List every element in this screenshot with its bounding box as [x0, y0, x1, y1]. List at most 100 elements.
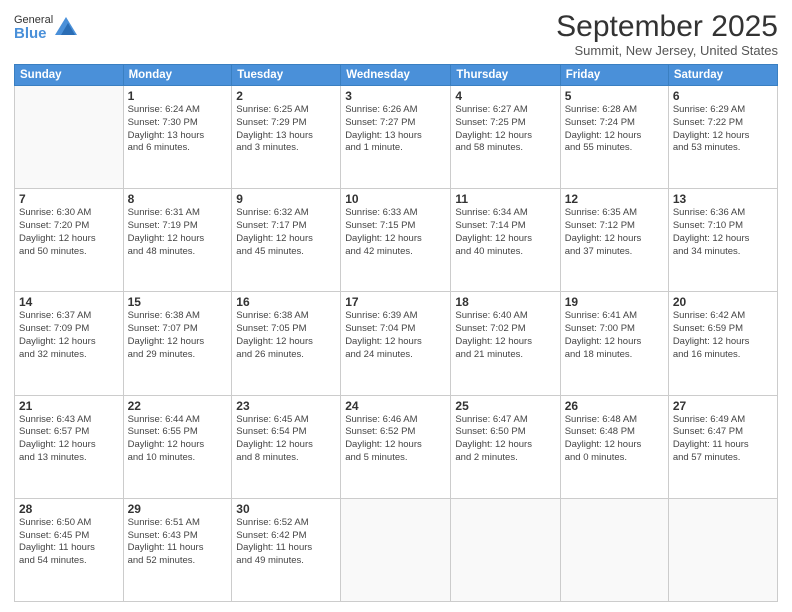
day-info: Sunrise: 6:36 AM Sunset: 7:10 PM Dayligh…	[673, 207, 773, 258]
day-info: Sunrise: 6:52 AM Sunset: 6:42 PM Dayligh…	[236, 517, 336, 568]
calendar-week-row: 1Sunrise: 6:24 AM Sunset: 7:30 PM Daylig…	[15, 86, 778, 189]
month-title: September 2025	[556, 10, 778, 43]
table-row: 12Sunrise: 6:35 AM Sunset: 7:12 PM Dayli…	[560, 189, 668, 292]
table-row: 9Sunrise: 6:32 AM Sunset: 7:17 PM Daylig…	[232, 189, 341, 292]
day-number: 14	[19, 295, 119, 309]
day-info: Sunrise: 6:24 AM Sunset: 7:30 PM Dayligh…	[128, 104, 228, 155]
table-row: 19Sunrise: 6:41 AM Sunset: 7:00 PM Dayli…	[560, 292, 668, 395]
day-info: Sunrise: 6:42 AM Sunset: 6:59 PM Dayligh…	[673, 310, 773, 361]
table-row: 26Sunrise: 6:48 AM Sunset: 6:48 PM Dayli…	[560, 395, 668, 498]
logo: General Blue	[14, 14, 77, 43]
table-row	[668, 498, 777, 601]
col-saturday: Saturday	[668, 65, 777, 86]
day-info: Sunrise: 6:28 AM Sunset: 7:24 PM Dayligh…	[565, 104, 664, 155]
table-row: 6Sunrise: 6:29 AM Sunset: 7:22 PM Daylig…	[668, 86, 777, 189]
col-thursday: Thursday	[451, 65, 560, 86]
day-number: 12	[565, 192, 664, 206]
day-number: 2	[236, 89, 336, 103]
day-info: Sunrise: 6:47 AM Sunset: 6:50 PM Dayligh…	[455, 414, 555, 465]
calendar-table: Sunday Monday Tuesday Wednesday Thursday…	[14, 64, 778, 602]
calendar-header-row: Sunday Monday Tuesday Wednesday Thursday…	[15, 65, 778, 86]
col-tuesday: Tuesday	[232, 65, 341, 86]
page: General Blue September 2025 Summit, New …	[0, 0, 792, 612]
calendar-week-row: 21Sunrise: 6:43 AM Sunset: 6:57 PM Dayli…	[15, 395, 778, 498]
col-wednesday: Wednesday	[341, 65, 451, 86]
table-row: 17Sunrise: 6:39 AM Sunset: 7:04 PM Dayli…	[341, 292, 451, 395]
day-info: Sunrise: 6:32 AM Sunset: 7:17 PM Dayligh…	[236, 207, 336, 258]
day-number: 6	[673, 89, 773, 103]
table-row: 15Sunrise: 6:38 AM Sunset: 7:07 PM Dayli…	[123, 292, 232, 395]
day-number: 30	[236, 502, 336, 516]
table-row: 27Sunrise: 6:49 AM Sunset: 6:47 PM Dayli…	[668, 395, 777, 498]
day-number: 25	[455, 399, 555, 413]
table-row: 21Sunrise: 6:43 AM Sunset: 6:57 PM Dayli…	[15, 395, 124, 498]
logo-blue: Blue	[14, 26, 53, 43]
day-number: 5	[565, 89, 664, 103]
day-info: Sunrise: 6:39 AM Sunset: 7:04 PM Dayligh…	[345, 310, 446, 361]
day-number: 27	[673, 399, 773, 413]
day-number: 10	[345, 192, 446, 206]
day-number: 3	[345, 89, 446, 103]
day-info: Sunrise: 6:38 AM Sunset: 7:07 PM Dayligh…	[128, 310, 228, 361]
table-row: 23Sunrise: 6:45 AM Sunset: 6:54 PM Dayli…	[232, 395, 341, 498]
logo-text: General Blue	[14, 14, 53, 43]
day-number: 1	[128, 89, 228, 103]
calendar-week-row: 28Sunrise: 6:50 AM Sunset: 6:45 PM Dayli…	[15, 498, 778, 601]
day-number: 11	[455, 192, 555, 206]
table-row: 13Sunrise: 6:36 AM Sunset: 7:10 PM Dayli…	[668, 189, 777, 292]
table-row: 8Sunrise: 6:31 AM Sunset: 7:19 PM Daylig…	[123, 189, 232, 292]
day-number: 22	[128, 399, 228, 413]
table-row: 10Sunrise: 6:33 AM Sunset: 7:15 PM Dayli…	[341, 189, 451, 292]
day-info: Sunrise: 6:44 AM Sunset: 6:55 PM Dayligh…	[128, 414, 228, 465]
day-info: Sunrise: 6:40 AM Sunset: 7:02 PM Dayligh…	[455, 310, 555, 361]
day-info: Sunrise: 6:50 AM Sunset: 6:45 PM Dayligh…	[19, 517, 119, 568]
table-row: 1Sunrise: 6:24 AM Sunset: 7:30 PM Daylig…	[123, 86, 232, 189]
table-row: 2Sunrise: 6:25 AM Sunset: 7:29 PM Daylig…	[232, 86, 341, 189]
table-row: 16Sunrise: 6:38 AM Sunset: 7:05 PM Dayli…	[232, 292, 341, 395]
col-sunday: Sunday	[15, 65, 124, 86]
table-row: 11Sunrise: 6:34 AM Sunset: 7:14 PM Dayli…	[451, 189, 560, 292]
day-info: Sunrise: 6:29 AM Sunset: 7:22 PM Dayligh…	[673, 104, 773, 155]
day-info: Sunrise: 6:41 AM Sunset: 7:00 PM Dayligh…	[565, 310, 664, 361]
table-row: 20Sunrise: 6:42 AM Sunset: 6:59 PM Dayli…	[668, 292, 777, 395]
header: General Blue September 2025 Summit, New …	[14, 10, 778, 58]
table-row: 29Sunrise: 6:51 AM Sunset: 6:43 PM Dayli…	[123, 498, 232, 601]
day-info: Sunrise: 6:43 AM Sunset: 6:57 PM Dayligh…	[19, 414, 119, 465]
day-number: 19	[565, 295, 664, 309]
day-info: Sunrise: 6:45 AM Sunset: 6:54 PM Dayligh…	[236, 414, 336, 465]
calendar-week-row: 7Sunrise: 6:30 AM Sunset: 7:20 PM Daylig…	[15, 189, 778, 292]
day-number: 16	[236, 295, 336, 309]
day-number: 7	[19, 192, 119, 206]
day-info: Sunrise: 6:33 AM Sunset: 7:15 PM Dayligh…	[345, 207, 446, 258]
day-info: Sunrise: 6:34 AM Sunset: 7:14 PM Dayligh…	[455, 207, 555, 258]
col-friday: Friday	[560, 65, 668, 86]
day-info: Sunrise: 6:51 AM Sunset: 6:43 PM Dayligh…	[128, 517, 228, 568]
table-row	[341, 498, 451, 601]
table-row: 5Sunrise: 6:28 AM Sunset: 7:24 PM Daylig…	[560, 86, 668, 189]
table-row: 14Sunrise: 6:37 AM Sunset: 7:09 PM Dayli…	[15, 292, 124, 395]
table-row: 30Sunrise: 6:52 AM Sunset: 6:42 PM Dayli…	[232, 498, 341, 601]
logo-icon	[55, 17, 77, 35]
table-row: 24Sunrise: 6:46 AM Sunset: 6:52 PM Dayli…	[341, 395, 451, 498]
table-row: 18Sunrise: 6:40 AM Sunset: 7:02 PM Dayli…	[451, 292, 560, 395]
day-info: Sunrise: 6:25 AM Sunset: 7:29 PM Dayligh…	[236, 104, 336, 155]
day-info: Sunrise: 6:27 AM Sunset: 7:25 PM Dayligh…	[455, 104, 555, 155]
day-info: Sunrise: 6:49 AM Sunset: 6:47 PM Dayligh…	[673, 414, 773, 465]
table-row	[451, 498, 560, 601]
calendar-week-row: 14Sunrise: 6:37 AM Sunset: 7:09 PM Dayli…	[15, 292, 778, 395]
day-info: Sunrise: 6:31 AM Sunset: 7:19 PM Dayligh…	[128, 207, 228, 258]
day-info: Sunrise: 6:46 AM Sunset: 6:52 PM Dayligh…	[345, 414, 446, 465]
location-subtitle: Summit, New Jersey, United States	[556, 43, 778, 58]
table-row: 7Sunrise: 6:30 AM Sunset: 7:20 PM Daylig…	[15, 189, 124, 292]
day-number: 8	[128, 192, 228, 206]
day-number: 21	[19, 399, 119, 413]
day-info: Sunrise: 6:37 AM Sunset: 7:09 PM Dayligh…	[19, 310, 119, 361]
day-number: 24	[345, 399, 446, 413]
table-row: 28Sunrise: 6:50 AM Sunset: 6:45 PM Dayli…	[15, 498, 124, 601]
day-number: 13	[673, 192, 773, 206]
day-info: Sunrise: 6:30 AM Sunset: 7:20 PM Dayligh…	[19, 207, 119, 258]
day-number: 20	[673, 295, 773, 309]
table-row: 22Sunrise: 6:44 AM Sunset: 6:55 PM Dayli…	[123, 395, 232, 498]
day-number: 26	[565, 399, 664, 413]
day-info: Sunrise: 6:35 AM Sunset: 7:12 PM Dayligh…	[565, 207, 664, 258]
